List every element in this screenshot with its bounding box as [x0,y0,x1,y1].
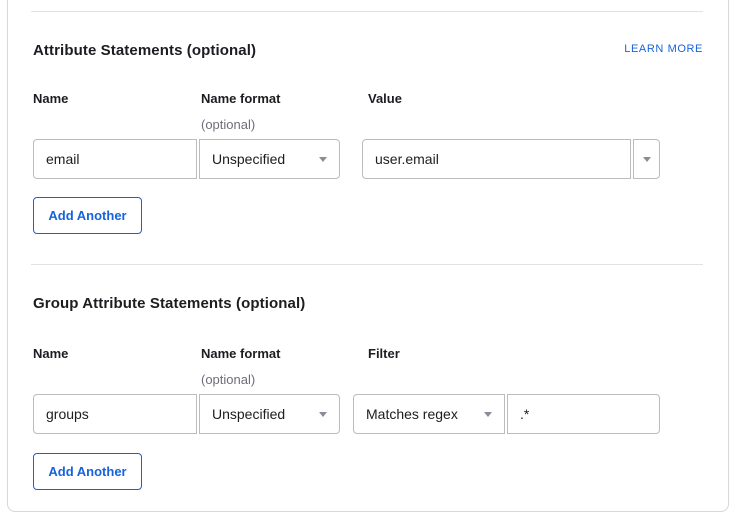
group-attribute-statements-title: Group Attribute Statements (optional) [33,295,305,312]
section-divider [31,264,703,265]
group-attribute-name-input[interactable] [33,394,197,434]
name-format-optional-hint: (optional) [201,117,255,132]
group-attribute-name-format-selected-value: Unspecified [212,406,285,422]
attribute-name-format-selected-value: Unspecified [212,151,285,167]
attribute-value-input[interactable] [362,139,631,179]
name-format-optional-hint: (optional) [201,372,255,387]
column-header-name: Name [33,346,68,361]
section-divider [31,11,703,12]
column-header-name-format: Name format [201,91,280,106]
group-attribute-filter-type-selected-value: Matches regex [366,406,458,422]
group-attribute-filter-value-input[interactable] [507,394,660,434]
column-header-name-format: Name format [201,346,280,361]
attribute-value-dropdown-button[interactable] [633,139,660,179]
add-another-group-attribute-button[interactable]: Add Another [33,453,142,490]
attribute-name-input[interactable] [33,139,197,179]
caret-down-icon [319,412,327,417]
caret-down-icon [319,157,327,162]
group-attribute-filter-type-select[interactable]: Matches regex [353,394,505,434]
attribute-name-format-select[interactable]: Unspecified [199,139,340,179]
group-attribute-name-format-select[interactable]: Unspecified [199,394,340,434]
column-header-name: Name [33,91,68,106]
caret-down-icon [484,412,492,417]
column-header-filter: Filter [368,346,400,361]
attribute-statements-title: Attribute Statements (optional) [33,42,256,59]
learn-more-link[interactable]: LEARN MORE [624,43,703,55]
saml-settings-page: Attribute Statements (optional) LEARN MO… [0,0,737,530]
add-another-attribute-button[interactable]: Add Another [33,197,142,234]
column-header-value: Value [368,91,402,106]
settings-card [7,0,729,512]
caret-down-icon [643,157,651,162]
